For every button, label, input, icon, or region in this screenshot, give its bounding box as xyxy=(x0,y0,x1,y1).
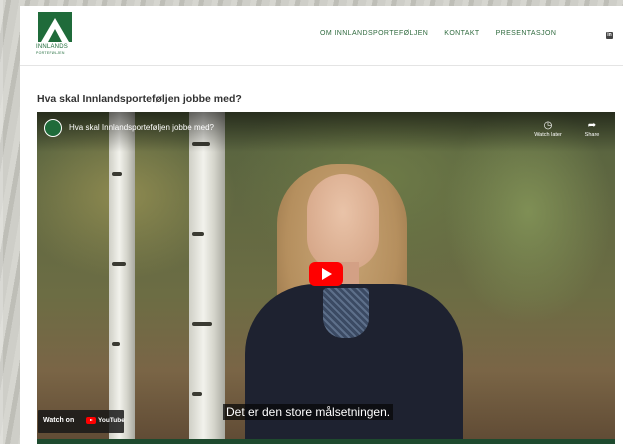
share-button[interactable]: ➦ Share xyxy=(572,120,612,138)
speaker-scarf xyxy=(323,288,369,338)
birch-trunk xyxy=(189,112,225,444)
play-button[interactable] xyxy=(309,262,343,286)
linkedin-icon[interactable]: in xyxy=(606,32,613,39)
share-arrow-icon: ➦ xyxy=(587,120,597,131)
site-header: INNLANDS PORTEFØLJEN OM INNLANDSPORTEFØL… xyxy=(20,6,623,66)
watch-later-button[interactable]: ◷ Watch later xyxy=(528,120,568,138)
nav-item-om-innlandsporteföljen[interactable]: OM INNLANDSPORTEFØLJEN xyxy=(320,30,428,37)
video-caption: Det er den store målsetningen. xyxy=(223,404,394,420)
watch-on-youtube-button[interactable]: Watch on YouTube xyxy=(38,410,125,433)
nav-item-presentasjon[interactable]: PRESENTASJON xyxy=(496,30,557,37)
speaker-face xyxy=(307,174,379,270)
share-label: Share xyxy=(584,132,600,138)
video-top-bar: Hva skal Innlandsporteføljen jobbe med? … xyxy=(37,112,615,152)
watch-later-label: Watch later xyxy=(534,132,562,138)
clock-icon: ◷ xyxy=(543,120,553,131)
video-title[interactable]: Hva skal Innlandsporteføljen jobbe med? xyxy=(69,123,214,132)
youtube-logo-icon xyxy=(86,417,96,424)
page-title: Hva skal Innlandsporteføljen jobbe med? xyxy=(37,93,242,105)
logo-mark-icon xyxy=(38,12,72,42)
video-embed[interactable]: Hva skal Innlandsporteføljen jobbe med? … xyxy=(37,112,615,444)
channel-avatar-icon[interactable] xyxy=(44,119,62,137)
video-bottom-edge xyxy=(37,439,615,444)
logo-subname: PORTEFØLJEN xyxy=(36,51,65,55)
youtube-brand: YouTube xyxy=(98,417,125,424)
site-logo[interactable]: INNLANDS PORTEFØLJEN xyxy=(36,12,76,62)
watch-on-label: Watch on xyxy=(43,417,75,424)
main-nav: OM INNLANDSPORTEFØLJEN KONTAKT PRESENTAS… xyxy=(320,30,572,37)
page-card: INNLANDS PORTEFØLJEN OM INNLANDSPORTEFØL… xyxy=(20,6,623,444)
nav-item-kontakt[interactable]: KONTAKT xyxy=(444,30,479,37)
logo-name: INNLANDS xyxy=(36,44,68,50)
birch-trunk xyxy=(109,112,135,444)
